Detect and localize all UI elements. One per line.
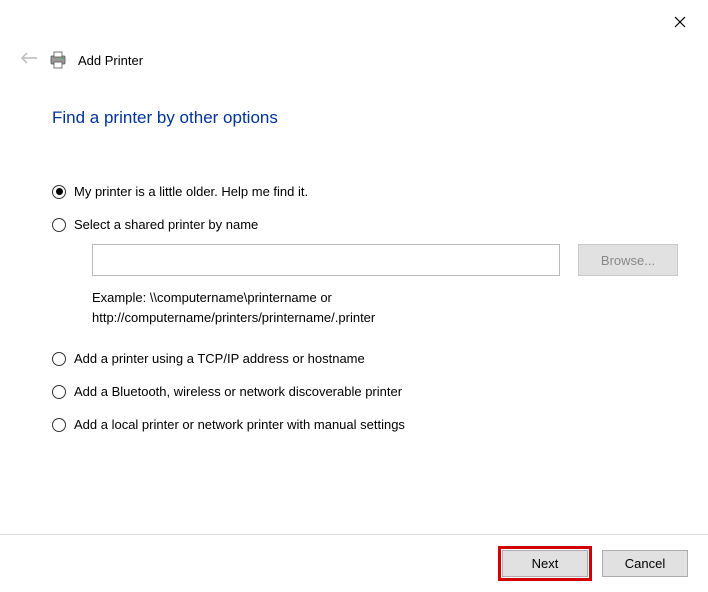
radio-label: Add a printer using a TCP/IP address or … bbox=[74, 351, 365, 366]
next-button[interactable]: Next bbox=[502, 550, 588, 577]
example-line2: http://computername/printers/printername… bbox=[92, 308, 678, 328]
shared-input-row: Browse... bbox=[92, 244, 678, 276]
radio-label: Add a Bluetooth, wireless or network dis… bbox=[74, 384, 402, 399]
browse-button: Browse... bbox=[578, 244, 678, 276]
shared-printer-subsection: Browse... Example: \\computername\printe… bbox=[92, 244, 678, 327]
page-heading: Find a printer by other options bbox=[52, 108, 678, 128]
options-group: My printer is a little older. Help me fi… bbox=[52, 184, 678, 450]
option-older-printer[interactable]: My printer is a little older. Help me fi… bbox=[52, 184, 678, 199]
radio-label: My printer is a little older. Help me fi… bbox=[74, 184, 308, 199]
option-shared-printer[interactable]: Select a shared printer by name bbox=[52, 217, 678, 232]
option-local-printer[interactable]: Add a local printer or network printer w… bbox=[52, 417, 678, 432]
close-icon bbox=[674, 16, 686, 28]
wizard-title: Add Printer bbox=[78, 53, 143, 68]
printer-icon bbox=[48, 50, 68, 70]
radio-icon bbox=[52, 385, 66, 399]
radio-icon bbox=[52, 218, 66, 232]
radio-icon bbox=[52, 352, 66, 366]
radio-icon bbox=[52, 418, 66, 432]
option-tcpip-printer[interactable]: Add a printer using a TCP/IP address or … bbox=[52, 351, 678, 366]
back-arrow-icon bbox=[20, 51, 38, 70]
example-line1: Example: \\computername\printername or bbox=[92, 288, 678, 308]
option-bluetooth-printer[interactable]: Add a Bluetooth, wireless or network dis… bbox=[52, 384, 678, 399]
shared-printer-name-input[interactable] bbox=[92, 244, 560, 276]
radio-icon bbox=[52, 185, 66, 199]
content-area: Find a printer by other options My print… bbox=[52, 108, 678, 450]
next-button-highlight: Next bbox=[498, 546, 592, 581]
wizard-header: Add Printer bbox=[20, 50, 143, 70]
close-button[interactable] bbox=[670, 12, 690, 32]
radio-label: Add a local printer or network printer w… bbox=[74, 417, 405, 432]
example-text: Example: \\computername\printername or h… bbox=[92, 288, 678, 327]
footer-bar: Next Cancel bbox=[0, 534, 708, 592]
radio-label: Select a shared printer by name bbox=[74, 217, 258, 232]
cancel-button[interactable]: Cancel bbox=[602, 550, 688, 577]
